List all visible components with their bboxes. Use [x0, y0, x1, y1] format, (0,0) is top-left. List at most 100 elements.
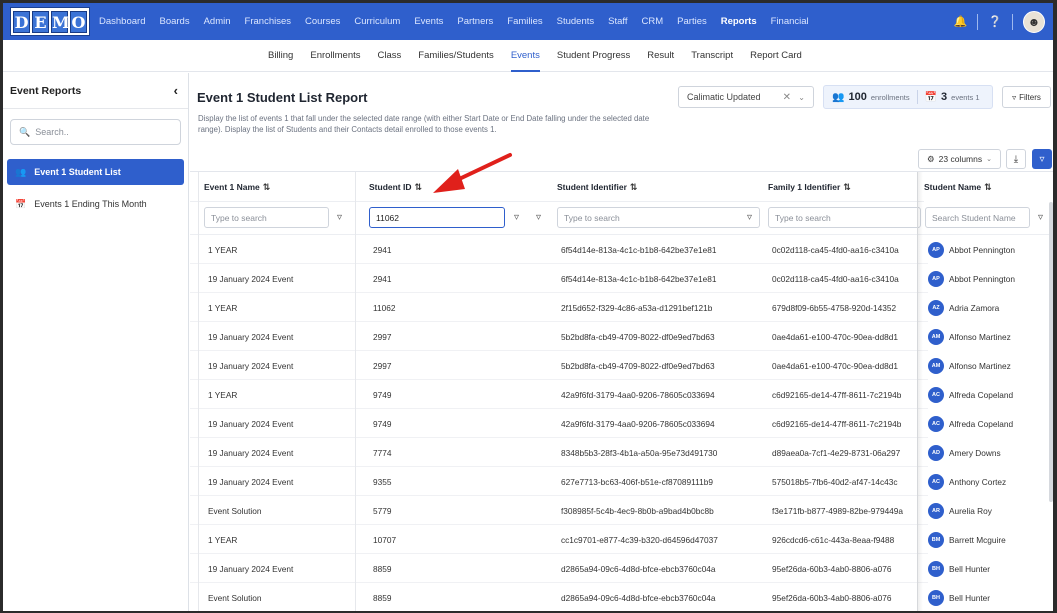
nav-link-boards[interactable]: Boards — [159, 16, 189, 27]
table-row[interactable]: 1 YEAR 11062 2f15d652-f329-4c86-a53a-d1291… — [190, 293, 1053, 322]
filter-icon[interactable]: ▿ — [747, 212, 752, 223]
table-row[interactable]: 1 YEAR 10707 cc1c9701-e877-4c39-b320-d6459… — [190, 525, 1053, 554]
nav-link-students[interactable]: Students — [557, 16, 595, 27]
download-button[interactable]: ⤓ — [1006, 149, 1026, 169]
user-avatar[interactable]: ☻ — [1023, 10, 1045, 33]
student-id-filter-input[interactable]: 11062 — [369, 207, 505, 228]
cell-student-id: 10707 — [373, 534, 397, 545]
cell-student-name: AP Abbot Pennington — [928, 235, 1053, 264]
nav-link-franchises[interactable]: Franchises — [245, 16, 291, 27]
student-name[interactable]: Alfreda Copeland — [949, 419, 1013, 429]
bell-icon[interactable]: 🔔 — [954, 15, 968, 28]
nav-link-crm[interactable]: CRM — [642, 16, 664, 27]
nav-link-events[interactable]: Events — [414, 16, 443, 27]
table-row[interactable]: 19 January 2024 Event 7774 8348b5b3-28f3-4… — [190, 438, 1053, 467]
tab-billing[interactable]: Billing — [268, 40, 293, 72]
student-name[interactable]: Alfonso Martinez — [949, 332, 1011, 342]
cell-student-identifier: 8348b5b3-28f3-4b1a-a50a-95e73d491730 — [561, 447, 718, 458]
column-header-student-identifier[interactable]: Student Identifier ⇅ — [557, 172, 637, 202]
table-row[interactable]: 19 January 2024 Event 9749 42a9f6fd-3179-4… — [190, 409, 1053, 438]
student-name[interactable]: Alfreda Copeland — [949, 390, 1013, 400]
collapse-chevron-icon[interactable]: ‹ — [174, 83, 178, 98]
vertical-scrollbar[interactable] — [1049, 202, 1053, 502]
nav-link-curriculum[interactable]: Curriculum — [354, 16, 400, 27]
student-name[interactable]: Abbot Pennington — [949, 245, 1015, 255]
tab-class[interactable]: Class — [378, 40, 402, 72]
nav-link-financial[interactable]: Financial — [771, 16, 809, 27]
cell-student-identifier: 42a9f6fd-3179-4aa0-9206-78605c033694 — [561, 389, 715, 400]
tab-transcript[interactable]: Transcript — [691, 40, 733, 72]
column-header-event-name[interactable]: Event 1 Name ⇅ — [204, 172, 270, 202]
nav-link-staff[interactable]: Staff — [608, 16, 627, 27]
student-name[interactable]: Barrett Mcguire — [949, 535, 1006, 545]
student-identifier-filter-input[interactable]: Type to search — [557, 207, 760, 228]
column-header-student-name[interactable]: Student Name ⇅ — [924, 172, 1053, 202]
filter-icon[interactable]: ▿ — [337, 212, 342, 223]
student-name[interactable]: Abbot Pennington — [949, 274, 1015, 284]
clear-icon[interactable]: ✕ — [783, 92, 791, 103]
filter-icon[interactable]: ▿ — [514, 212, 519, 223]
nav-link-dashboard[interactable]: Dashboard — [99, 16, 145, 27]
student-name-filter-input[interactable]: Search Student Name — [925, 207, 1030, 228]
table-row[interactable]: 1 YEAR 2941 6f54d14e-813a-4c1c-b1b8-642be3… — [190, 235, 1053, 264]
table-row[interactable]: 19 January 2024 Event 2997 5b2bd8fa-cb49-4… — [190, 322, 1053, 351]
tab-events[interactable]: Events — [510, 40, 540, 72]
sidebar-item-label: Events 1 Ending This Month — [34, 199, 147, 209]
event-name-filter-input[interactable]: Type to search — [204, 207, 329, 228]
nav-link-families[interactable]: Families — [507, 16, 542, 27]
student-name[interactable]: Adria Zamora — [949, 303, 999, 313]
report-select[interactable]: Calimatic Updated ✕ ⌄ — [678, 86, 814, 108]
tab-families-students[interactable]: Families/Students — [418, 40, 494, 72]
sort-icon[interactable]: ⇅ — [630, 182, 638, 193]
nav-link-courses[interactable]: Courses — [305, 16, 340, 27]
tab-enrollments[interactable]: Enrollments — [310, 40, 360, 72]
sort-icon[interactable]: ⇅ — [984, 182, 992, 193]
student-name[interactable]: Bell Hunter — [949, 564, 990, 574]
tab-result[interactable]: Result — [647, 40, 674, 72]
sort-icon[interactable]: ⇅ — [263, 182, 271, 193]
table-row[interactable]: 19 January 2024 Event 8859 d2865a94-09c6-4… — [190, 554, 1053, 583]
filter-icon[interactable]: ▿ — [1038, 212, 1043, 223]
family-identifier-filter-input[interactable]: Type to search — [768, 207, 921, 228]
cell-student-identifier: 5b2bd8fa-cb49-4709-8022-df0e9ed7bd63 — [561, 360, 715, 371]
student-name[interactable]: Amery Downs — [949, 448, 1001, 458]
sidebar-item-event-student-list[interactable]: 👥 Event 1 Student List — [7, 159, 184, 185]
nav-link-parties[interactable]: Parties — [677, 16, 707, 27]
table-row[interactable]: 1 YEAR 9749 42a9f6fd-3179-4aa0-9206-78605c… — [190, 380, 1053, 409]
clear-filter-icon[interactable]: ▿ — [536, 212, 541, 223]
cell-student-name: BM Barrett Mcguire — [928, 525, 1053, 554]
column-header-family-identifier[interactable]: Family 1 Identifier ⇅ — [768, 172, 851, 202]
student-avatar: AR — [928, 502, 944, 519]
table-row[interactable]: Event Solution 5779 f308985f-5c4b-4ec9-8b0… — [190, 496, 1053, 525]
student-name[interactable]: Aurelia Roy — [949, 506, 992, 516]
student-avatar: AP — [928, 270, 944, 287]
demo-logo[interactable]: D E M O — [10, 7, 90, 36]
table-row[interactable]: Event Solution 8859 d2865a94-09c6-4d8d-bfc… — [190, 583, 1053, 611]
filter-placeholder: Type to search — [775, 212, 831, 223]
student-name[interactable]: Anthony Cortez — [949, 477, 1006, 487]
sidebar-item-events-ending[interactable]: 📅 Events 1 Ending This Month — [7, 191, 184, 217]
table-row[interactable]: 19 January 2024 Event 2941 6f54d14e-813a-4… — [190, 264, 1053, 293]
table-row[interactable]: 19 January 2024 Event 9355 627e7713-bc63-4… — [190, 467, 1053, 496]
cell-student-identifier: 6f54d14e-813a-4c1c-b1b8-642be37e1e81 — [561, 273, 717, 284]
table-row[interactable]: 19 January 2024 Event 2997 5b2bd8fa-cb49-4… — [190, 351, 1053, 380]
filter-placeholder: Type to search — [211, 212, 267, 223]
student-name[interactable]: Alfonso Martinez — [949, 361, 1011, 371]
nav-link-admin[interactable]: Admin — [204, 16, 231, 27]
filters-label: Filters — [1019, 92, 1041, 102]
column-header-student-id[interactable]: Student ID ⇅ — [369, 172, 422, 202]
filter-toggle-button[interactable]: ▿ — [1032, 149, 1052, 169]
columns-button[interactable]: ⚙ 23 columns ⌄ — [918, 149, 1001, 169]
chevron-down-icon[interactable]: ⌄ — [798, 93, 805, 102]
nav-link-partners[interactable]: Partners — [457, 16, 493, 27]
help-icon[interactable]: ❔ — [988, 15, 1002, 28]
tab-student-progress[interactable]: Student Progress — [557, 40, 630, 72]
cell-family-identifier: f3e171fb-b877-4989-82be-979449a — [772, 505, 904, 516]
sort-icon[interactable]: ⇅ — [843, 182, 851, 193]
student-name[interactable]: Bell Hunter — [949, 593, 990, 603]
nav-link-reports[interactable]: Reports — [721, 16, 757, 27]
sort-icon[interactable]: ⇅ — [415, 182, 423, 193]
tab-report-card[interactable]: Report Card — [750, 40, 802, 72]
filters-button[interactable]: ▿ Filters — [1002, 86, 1051, 108]
sidebar-search-input[interactable]: 🔍 Search.. — [10, 119, 181, 145]
